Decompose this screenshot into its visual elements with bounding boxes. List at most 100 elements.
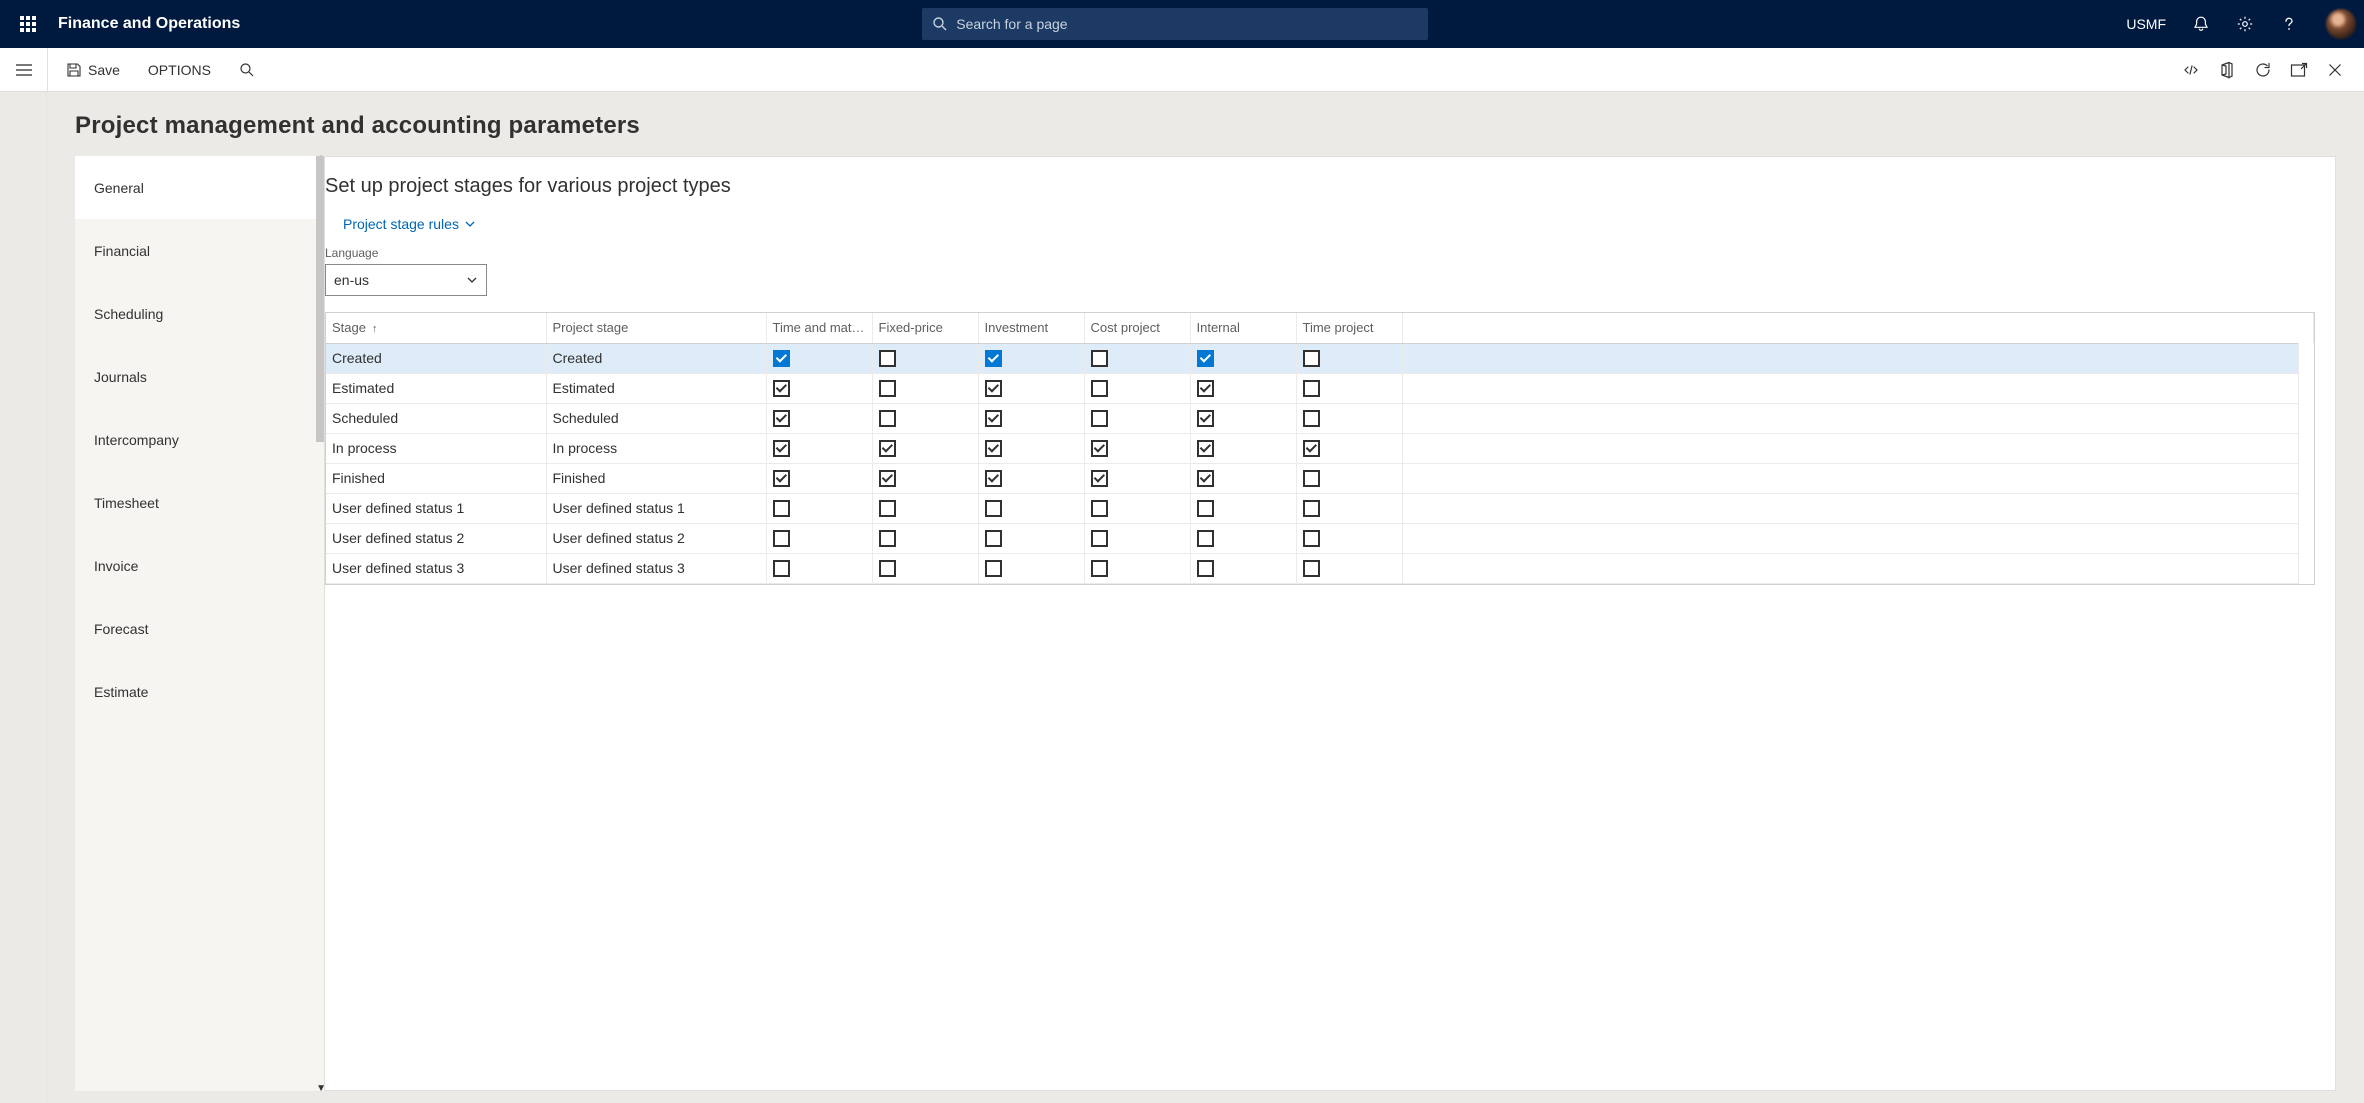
- checkbox-time_materials[interactable]: [773, 470, 790, 487]
- checkbox-cost_project[interactable]: [1091, 350, 1108, 367]
- checkbox-cost_project[interactable]: [1091, 380, 1108, 397]
- cell-project-stage[interactable]: In process: [546, 433, 766, 463]
- checkbox-internal[interactable]: [1197, 470, 1214, 487]
- search-input[interactable]: [956, 16, 1418, 32]
- checkbox-time_project[interactable]: [1303, 560, 1320, 577]
- table-row[interactable]: User defined status 1User defined status…: [326, 493, 2314, 523]
- attach-button[interactable]: [2180, 59, 2202, 81]
- cell-stage[interactable]: Scheduled: [326, 403, 546, 433]
- checkbox-time_materials[interactable]: [773, 500, 790, 517]
- column-header-fixed_price[interactable]: Fixed-price: [872, 313, 978, 343]
- checkbox-time_project[interactable]: [1303, 350, 1320, 367]
- cell-stage[interactable]: User defined status 2: [326, 523, 546, 553]
- cell-stage[interactable]: Created: [326, 343, 546, 373]
- checkbox-investment[interactable]: [985, 560, 1002, 577]
- checkbox-cost_project[interactable]: [1091, 410, 1108, 427]
- checkbox-investment[interactable]: [985, 380, 1002, 397]
- cell-stage[interactable]: Finished: [326, 463, 546, 493]
- options-tab[interactable]: OPTIONS: [138, 56, 221, 84]
- sidenav-scrollbar[interactable]: [316, 156, 324, 442]
- checkbox-time_materials[interactable]: [773, 440, 790, 457]
- checkbox-fixed_price[interactable]: [879, 530, 896, 547]
- checkbox-fixed_price[interactable]: [879, 410, 896, 427]
- checkbox-cost_project[interactable]: [1091, 530, 1108, 547]
- checkbox-investment[interactable]: [985, 350, 1002, 367]
- column-header-internal[interactable]: Internal: [1190, 313, 1296, 343]
- checkbox-cost_project[interactable]: [1091, 470, 1108, 487]
- checkbox-internal[interactable]: [1197, 560, 1214, 577]
- checkbox-internal[interactable]: [1197, 530, 1214, 547]
- cell-stage[interactable]: Estimated: [326, 373, 546, 403]
- cell-stage[interactable]: User defined status 3: [326, 553, 546, 583]
- checkbox-internal[interactable]: [1197, 500, 1214, 517]
- checkbox-fixed_price[interactable]: [879, 440, 896, 457]
- save-button[interactable]: Save: [58, 56, 128, 84]
- checkbox-time_materials[interactable]: [773, 530, 790, 547]
- cell-project-stage[interactable]: User defined status 3: [546, 553, 766, 583]
- grid-scrollbar[interactable]: [2298, 343, 2314, 584]
- user-avatar[interactable]: [2326, 9, 2356, 39]
- cell-stage[interactable]: In process: [326, 433, 546, 463]
- column-header-stage[interactable]: Stage↑: [326, 313, 546, 343]
- cell-project-stage[interactable]: Scheduled: [546, 403, 766, 433]
- checkbox-internal[interactable]: [1197, 410, 1214, 427]
- sidenav-item-timesheet[interactable]: Timesheet: [75, 471, 324, 534]
- table-row[interactable]: ScheduledScheduled: [326, 403, 2314, 433]
- checkbox-fixed_price[interactable]: [879, 500, 896, 517]
- checkbox-internal[interactable]: [1197, 380, 1214, 397]
- project-stage-rules-link[interactable]: Project stage rules: [325, 216, 2319, 232]
- table-row[interactable]: EstimatedEstimated: [326, 373, 2314, 403]
- settings-button[interactable]: [2232, 11, 2258, 37]
- table-row[interactable]: In processIn process: [326, 433, 2314, 463]
- column-header-project_stage[interactable]: Project stage: [546, 313, 766, 343]
- checkbox-investment[interactable]: [985, 530, 1002, 547]
- sidenav-item-journals[interactable]: Journals: [75, 345, 324, 408]
- cell-project-stage[interactable]: Estimated: [546, 373, 766, 403]
- checkbox-investment[interactable]: [985, 440, 1002, 457]
- checkbox-cost_project[interactable]: [1091, 560, 1108, 577]
- column-header-time_project[interactable]: Time project: [1296, 313, 1402, 343]
- checkbox-investment[interactable]: [985, 500, 1002, 517]
- table-row[interactable]: CreatedCreated: [326, 343, 2314, 373]
- checkbox-fixed_price[interactable]: [879, 470, 896, 487]
- sidenav-item-forecast[interactable]: Forecast: [75, 597, 324, 660]
- checkbox-investment[interactable]: [985, 470, 1002, 487]
- scroll-down-caret[interactable]: ▼: [316, 1083, 326, 1094]
- help-button[interactable]: [2276, 11, 2302, 37]
- table-row[interactable]: User defined status 3User defined status…: [326, 553, 2314, 583]
- checkbox-time_project[interactable]: [1303, 410, 1320, 427]
- sidenav-item-intercompany[interactable]: Intercompany: [75, 408, 324, 471]
- cell-project-stage[interactable]: Finished: [546, 463, 766, 493]
- company-picker[interactable]: USMF: [2126, 16, 2166, 32]
- global-search[interactable]: [922, 8, 1428, 40]
- refresh-button[interactable]: [2252, 59, 2274, 81]
- sidenav-item-general[interactable]: General: [75, 156, 324, 219]
- column-header-investment[interactable]: Investment: [978, 313, 1084, 343]
- office-button[interactable]: [2216, 59, 2238, 81]
- checkbox-time_project[interactable]: [1303, 380, 1320, 397]
- sidenav-item-estimate[interactable]: Estimate: [75, 660, 324, 723]
- language-select[interactable]: en-us: [325, 264, 487, 296]
- checkbox-cost_project[interactable]: [1091, 440, 1108, 457]
- column-header-cost_project[interactable]: Cost project: [1084, 313, 1190, 343]
- collapsed-navpane[interactable]: [0, 92, 47, 1103]
- checkbox-time_project[interactable]: [1303, 530, 1320, 547]
- checkbox-internal[interactable]: [1197, 440, 1214, 457]
- sidenav-item-financial[interactable]: Financial: [75, 219, 324, 282]
- column-header-time_materials[interactable]: Time and materi...: [766, 313, 872, 343]
- checkbox-time_materials[interactable]: [773, 350, 790, 367]
- checkbox-cost_project[interactable]: [1091, 500, 1108, 517]
- cell-project-stage[interactable]: User defined status 2: [546, 523, 766, 553]
- sidenav-item-invoice[interactable]: Invoice: [75, 534, 324, 597]
- popout-button[interactable]: [2288, 59, 2310, 81]
- checkbox-internal[interactable]: [1197, 350, 1214, 367]
- navpane-toggle[interactable]: [0, 48, 48, 91]
- actionpane-search-button[interactable]: [231, 56, 263, 84]
- checkbox-time_materials[interactable]: [773, 380, 790, 397]
- table-row[interactable]: FinishedFinished: [326, 463, 2314, 493]
- checkbox-time_project[interactable]: [1303, 500, 1320, 517]
- cell-project-stage[interactable]: User defined status 1: [546, 493, 766, 523]
- checkbox-investment[interactable]: [985, 410, 1002, 427]
- checkbox-fixed_price[interactable]: [879, 560, 896, 577]
- sidenav-item-scheduling[interactable]: Scheduling: [75, 282, 324, 345]
